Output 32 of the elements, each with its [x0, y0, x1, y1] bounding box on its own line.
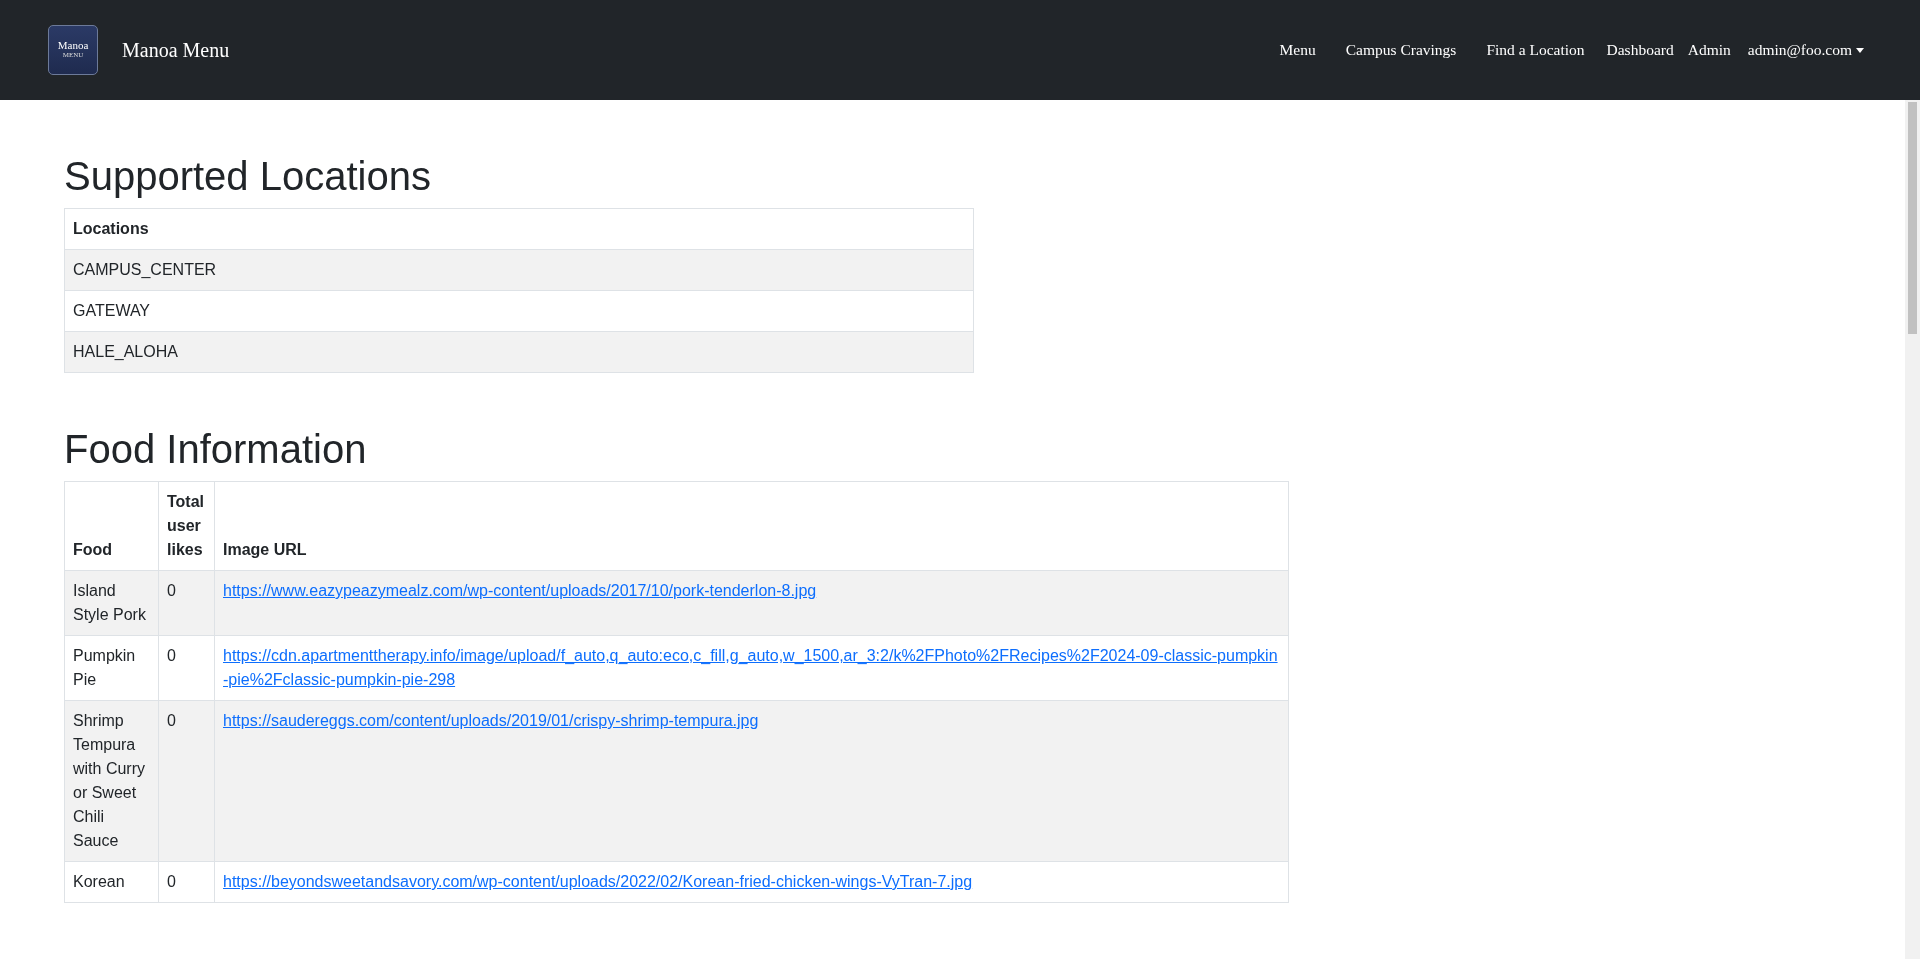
section-title: Food Information	[64, 426, 368, 473]
nav-link[interactable]: Dashboard	[1599, 41, 1681, 59]
brand-link[interactable]: Manoa Menu	[122, 38, 230, 62]
nav-link[interactable]: Menu	[1264, 41, 1331, 59]
table-cell: 0	[158, 635, 215, 701]
table-cell: Island Style Pork	[64, 570, 159, 636]
nav-link[interactable]: Admin	[1680, 41, 1738, 59]
column-header: Food	[64, 481, 159, 571]
nav-link[interactable]: Campus Cravings	[1330, 41, 1472, 59]
column-header: Image URL	[214, 481, 1289, 571]
column-header: Total user likes	[158, 481, 215, 571]
table-cell: HALE_ALOHA	[64, 331, 974, 373]
image-link[interactable]: https://cdn.apartmenttherapy.info/image/upload/f_auto,q_auto:eco,c_fill,g_auto,w_1500,ar_3:2/k%2FPhoto%2FRecipes%2F2024-09-classic-pumpkin-pie%2Fclassic-pumpkin-pie-298	[223, 644, 1280, 692]
scrollbar-thumb[interactable]	[1908, 102, 1917, 334]
column-header: Locations	[64, 208, 974, 250]
section-title: Supported Locations	[64, 153, 432, 200]
image-link[interactable]: https://saudereggs.com/content/uploads/2019/01/crispy-shrimp-tempura.jpg	[223, 709, 1280, 733]
logo-text: Manoa	[57, 40, 89, 52]
user-menu[interactable]: admin@foo.com	[1737, 41, 1864, 59]
scrollbar[interactable]	[1905, 100, 1920, 959]
image-link[interactable]: https://beyondsweetandsavory.com/wp-content/uploads/2022/02/Korean-fried-chicken-wings-VyTran-7.jpg	[223, 870, 1280, 894]
caret-icon	[1856, 47, 1864, 53]
table-cell: 0	[158, 861, 215, 903]
table-cell: Shrimp Tempura with Curry or Sweet Chili Sauce	[64, 700, 159, 862]
table-cell: 0	[158, 570, 215, 636]
nav-link[interactable]: Find a Location	[1471, 41, 1600, 59]
table-cell: 0	[158, 700, 215, 862]
table-cell: Pumpkin Pie	[64, 635, 159, 701]
table-cell: CAMPUS_CENTER	[64, 249, 974, 291]
table-cell: GATEWAY	[64, 290, 974, 332]
image-link[interactable]: https://www.eazypeazymealz.com/wp-content/uploads/2017/10/pork-tenderlon-8.jpg	[223, 579, 1280, 603]
table-cell: Korean	[64, 861, 159, 903]
